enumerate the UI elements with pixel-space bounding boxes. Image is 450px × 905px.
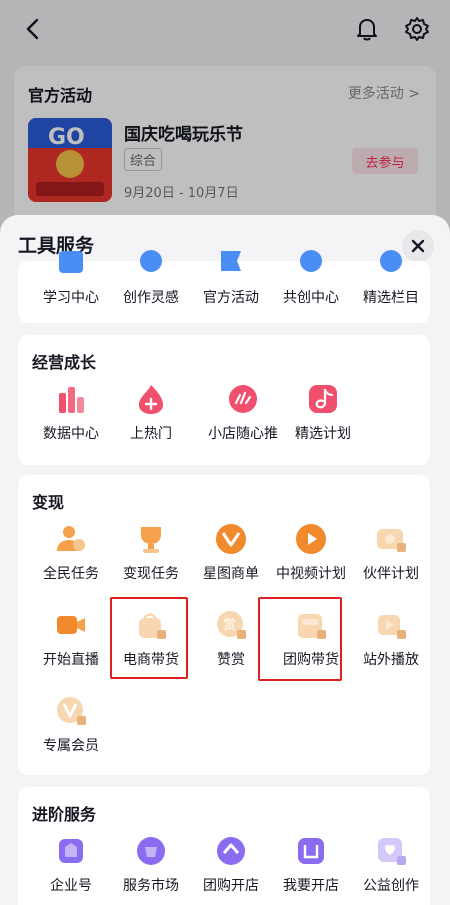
tool-creative-inspiration[interactable]: 创作灵感 <box>110 247 192 323</box>
video-camera-icon <box>57 616 85 634</box>
market-icon <box>137 837 165 865</box>
tool-label: 变现任务 <box>123 566 179 582</box>
lightbulb-icon <box>140 250 162 272</box>
tool-official-activity[interactable]: 官方活动 <box>190 247 272 323</box>
tool-label: 共创中心 <box>283 290 339 306</box>
tool-start-live[interactable]: 开始直播 <box>30 609 112 685</box>
tool-label: 精选栏目 <box>363 290 419 306</box>
tool-label: 我要开店 <box>283 878 339 894</box>
tool-label: 官方活动 <box>203 290 259 306</box>
monetize-section-title: 变现 <box>32 493 65 512</box>
reward-lock-icon: 赏 <box>217 611 246 639</box>
tool-charity-creation[interactable]: 公益创作 <box>350 835 432 905</box>
tool-trending-boost[interactable]: 上热门 <box>110 383 192 459</box>
tool-service-market[interactable]: 服务市场 <box>110 835 192 905</box>
tool-exclusive-member[interactable]: 专属会员 <box>30 695 112 771</box>
people-task-icon <box>57 526 85 551</box>
bar-chart-icon <box>59 387 84 413</box>
play-icon <box>296 524 326 554</box>
tool-label: 创作灵感 <box>123 290 179 306</box>
svg-text:赏: 赏 <box>223 618 236 633</box>
flame-icon <box>139 385 163 414</box>
tool-monetize-task[interactable]: 变现任务 <box>110 523 192 599</box>
flag-icon <box>221 251 241 271</box>
tool-mid-video-plan[interactable]: 中视频计划 <box>270 523 352 599</box>
tool-external-playback[interactable]: 站外播放 <box>350 609 432 685</box>
tool-label: 全民任务 <box>43 566 99 582</box>
growth-section: 经营成长 数据中心 上热门 小店随心推 精选计划 <box>18 335 430 465</box>
music-note-icon <box>309 385 337 413</box>
tool-universal-task[interactable]: 全民任务 <box>30 523 112 599</box>
tool-data-center[interactable]: 数据中心 <box>30 383 112 459</box>
tool-label: 上热门 <box>130 426 172 442</box>
group-store-icon <box>217 837 245 865</box>
tool-label: 星图商单 <box>203 566 259 582</box>
xingtu-icon <box>216 524 246 554</box>
column-icon <box>380 250 402 272</box>
tool-label: 公益创作 <box>363 878 419 894</box>
enterprise-icon <box>59 839 83 863</box>
tool-selection-plan[interactable]: 精选计划 <box>282 383 364 459</box>
tool-label: 服务市场 <box>123 878 179 894</box>
external-play-lock-icon <box>378 615 406 639</box>
tool-label: 伙伴计划 <box>363 566 419 582</box>
highlight-box-ecommerce <box>110 597 188 679</box>
highlight-box-group-buy <box>258 597 342 681</box>
promotion-icon <box>229 385 257 413</box>
tool-shop-promotion[interactable]: 小店随心推 <box>202 383 284 459</box>
camera-lock-icon <box>377 529 406 552</box>
people-icon <box>300 250 322 272</box>
tool-label: 精选计划 <box>295 426 351 442</box>
tool-label: 站外播放 <box>363 652 419 668</box>
tool-label: 专属会员 <box>43 738 99 754</box>
tool-co-creation-center[interactable]: 共创中心 <box>270 247 352 323</box>
tool-label: 中视频计划 <box>276 566 346 582</box>
monetize-section: 变现 全民任务 变现任务 星图商单 中视频计划 伙伴计划 开始直播 电商带货 赏… <box>18 475 430 775</box>
tool-services-sheet: 工具服务 学习中心 创作灵感 官方活动 共创中心 精选栏目 经营成长 数据中心 … <box>0 215 450 905</box>
trophy-icon <box>141 527 161 553</box>
tool-open-store[interactable]: 我要开店 <box>270 835 352 905</box>
tool-partner-plan[interactable]: 伙伴计划 <box>350 523 432 599</box>
growth-section-title: 经营成长 <box>32 353 97 372</box>
book-icon <box>59 251 83 273</box>
tool-xingtu-orders[interactable]: 星图商单 <box>190 523 272 599</box>
tool-label: 开始直播 <box>43 652 99 668</box>
tools-section-top: 学习中心 创作灵感 官方活动 共创中心 精选栏目 <box>18 250 430 323</box>
tool-label: 团购开店 <box>203 878 259 894</box>
charity-lock-icon <box>378 838 406 865</box>
tool-enterprise-account[interactable]: 企业号 <box>30 835 112 905</box>
advanced-section: 进阶服务 企业号 服务市场 团购开店 我要开店 公益创作 <box>18 787 430 905</box>
tool-label: 数据中心 <box>43 426 99 442</box>
vip-lock-icon <box>57 697 86 725</box>
tool-label: 小店随心推 <box>208 426 278 442</box>
open-store-icon <box>298 838 324 864</box>
tool-group-buy-store[interactable]: 团购开店 <box>190 835 272 905</box>
tool-learning-center[interactable]: 学习中心 <box>30 247 112 323</box>
tool-label: 学习中心 <box>43 290 99 306</box>
tool-featured-column[interactable]: 精选栏目 <box>350 247 432 323</box>
tool-label: 企业号 <box>50 878 92 894</box>
advanced-section-title: 进阶服务 <box>32 805 97 824</box>
